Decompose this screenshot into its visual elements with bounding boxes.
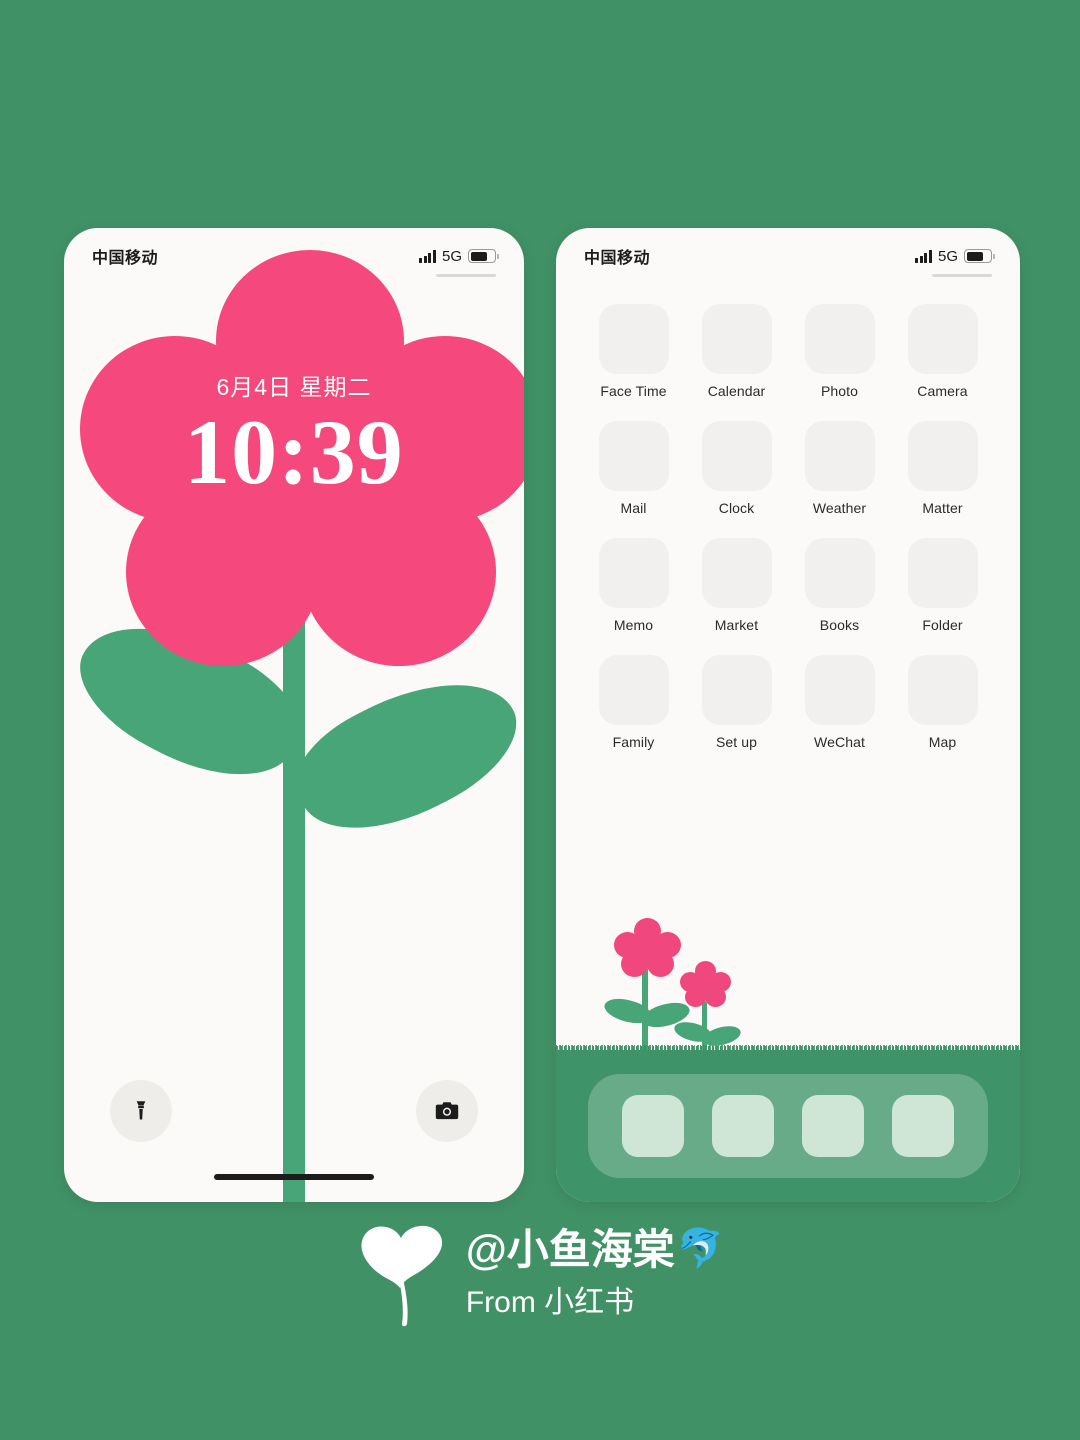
app-label: Photo <box>820 383 859 399</box>
app-tile-icon <box>804 655 875 725</box>
status-divider <box>932 274 992 277</box>
dock-slot-3[interactable] <box>802 1095 864 1157</box>
lock-time: 10:39 <box>184 401 404 503</box>
status-indicators: 5G <box>419 247 499 265</box>
app-icon-memo[interactable]: Memo <box>586 538 681 633</box>
decor-petal-center <box>692 973 719 998</box>
app-icon-weather[interactable]: Weather <box>792 421 887 516</box>
dolphin-icon: 🐬 <box>676 1228 725 1271</box>
lock-screen-phone: 中国移动 5G 6月4日 星期二 10:39 <box>64 228 524 1202</box>
attribution-block: @小鱼海棠 🐬 From 小红书 <box>0 1222 1080 1327</box>
app-label: Mail <box>620 500 647 516</box>
app-icon-map[interactable]: Map <box>895 655 990 750</box>
app-label: Camera <box>917 383 968 399</box>
battery-icon <box>964 249 995 263</box>
app-tile-icon <box>598 655 669 725</box>
app-icon-matter[interactable]: Matter <box>895 421 990 516</box>
camera-icon <box>435 1102 459 1120</box>
flower-leaf-right <box>277 650 524 860</box>
dock-slot-4[interactable] <box>892 1095 954 1157</box>
decor-petal-center <box>630 934 664 966</box>
home-screen-phone: 中国移动 5G Face Time Calendar Photo Camera … <box>556 228 1020 1202</box>
attribution-source: From 小红书 <box>465 1286 635 1320</box>
app-tile-icon <box>907 304 978 374</box>
lock-clock-widget[interactable]: 6月4日 星期二 10:39 <box>64 368 524 501</box>
flashlight-icon <box>136 1101 146 1120</box>
attribution-username: @小鱼海棠 <box>465 1225 675 1273</box>
app-tile-icon <box>701 655 772 725</box>
app-tile-icon <box>701 304 772 374</box>
app-label: Folder <box>922 617 963 633</box>
dock-slot-1[interactable] <box>622 1095 684 1157</box>
app-grid: Face Time Calendar Photo Camera Mail Clo… <box>586 304 990 750</box>
lock-date: 6月4日 星期二 <box>216 374 372 400</box>
app-icon-market[interactable]: Market <box>689 538 784 633</box>
app-icon-set-up[interactable]: Set up <box>689 655 784 750</box>
app-label: Face Time <box>600 383 667 399</box>
app-tile-icon <box>701 538 772 608</box>
flower-stem <box>283 558 305 1202</box>
app-tile-icon <box>804 421 875 491</box>
status-divider <box>436 274 496 277</box>
app-label: Matter <box>922 500 963 516</box>
app-label: Market <box>714 617 759 633</box>
network-label: 5G <box>937 247 958 265</box>
signal-bars-icon <box>915 249 932 263</box>
app-icon-books[interactable]: Books <box>792 538 887 633</box>
app-tile-icon <box>804 304 875 374</box>
status-indicators: 5G <box>915 247 995 265</box>
app-icon-clock[interactable]: Clock <box>689 421 784 516</box>
carrier-label: 中国移动 <box>584 250 651 267</box>
app-tile-icon <box>907 538 978 608</box>
app-label: Family <box>612 734 655 750</box>
home-indicator[interactable] <box>214 1174 374 1180</box>
app-label: Memo <box>613 617 654 633</box>
app-tile-icon <box>598 421 669 491</box>
app-icon-wechat[interactable]: WeChat <box>792 655 887 750</box>
app-label: Set up <box>715 734 758 750</box>
flashlight-button[interactable] <box>110 1080 172 1142</box>
network-label: 5G <box>441 247 462 265</box>
app-icon-calendar[interactable]: Calendar <box>689 304 784 399</box>
signal-bars-icon <box>419 249 436 263</box>
app-label: Weather <box>812 500 867 516</box>
app-icon-camera[interactable]: Camera <box>895 304 990 399</box>
app-icon-photo[interactable]: Photo <box>792 304 887 399</box>
app-tile-icon <box>701 421 772 491</box>
app-tile-icon <box>804 538 875 608</box>
wallpaper-preview-poster: 中国移动 5G 6月4日 星期二 10:39 中国移动 5G Face Time… <box>0 0 1080 1440</box>
attribution-username-row: @小鱼海棠 🐬 <box>466 1224 724 1277</box>
app-label: Books <box>819 617 860 633</box>
app-tile-icon <box>907 421 978 491</box>
dock-tray <box>588 1074 988 1178</box>
app-icon-family[interactable]: Family <box>586 655 681 750</box>
battery-icon <box>468 249 499 263</box>
grass-texture <box>556 1045 1020 1054</box>
app-tile-icon <box>598 538 669 608</box>
app-icon-mail[interactable]: Mail <box>586 421 681 516</box>
attribution-text: @小鱼海棠 🐬 From 小红书 <box>466 1224 724 1326</box>
carrier-label: 中国移动 <box>92 250 159 267</box>
camera-button[interactable] <box>416 1080 478 1142</box>
app-label: Clock <box>718 500 755 516</box>
app-icon-folder[interactable]: Folder <box>895 538 990 633</box>
app-tile-icon <box>598 304 669 374</box>
app-label: Map <box>928 734 957 750</box>
app-label: Calendar <box>707 383 766 399</box>
dock-slot-2[interactable] <box>712 1095 774 1157</box>
app-tile-icon <box>907 655 978 725</box>
app-label: WeChat <box>814 734 865 750</box>
heart-leaf-icon <box>356 1222 448 1327</box>
app-icon-face-time[interactable]: Face Time <box>586 304 681 399</box>
